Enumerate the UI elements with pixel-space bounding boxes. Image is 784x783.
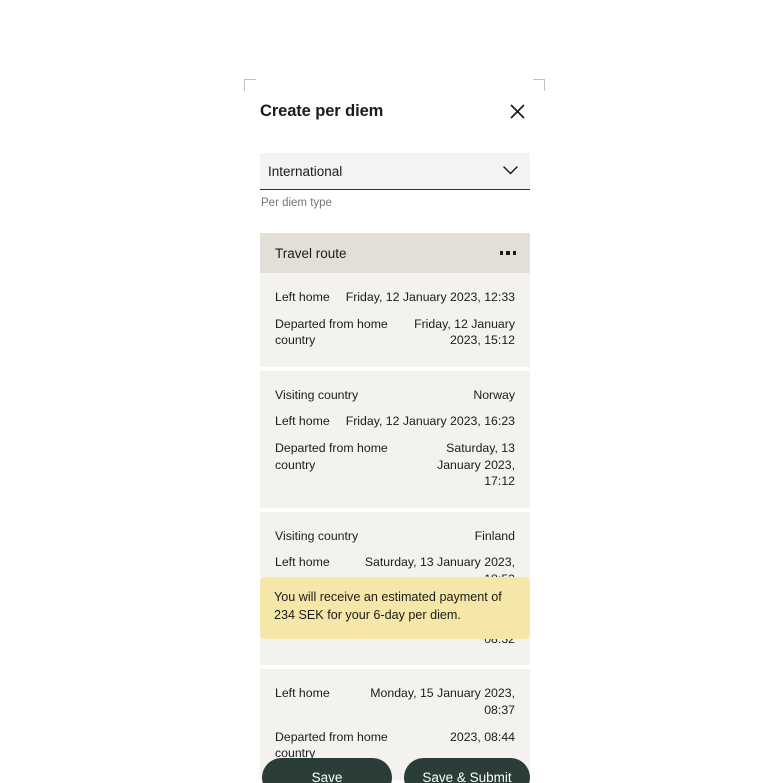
ellipsis-icon[interactable] bbox=[499, 247, 516, 259]
save-and-submit-button[interactable]: Save & Submit bbox=[404, 758, 530, 783]
row-label: Left home bbox=[275, 555, 330, 570]
travel-route-card: Travel route Left home Friday, 12 Januar… bbox=[260, 233, 530, 783]
travel-segment: Visiting country Norway Left home Friday… bbox=[260, 370, 530, 508]
per-diem-type-select[interactable]: International bbox=[260, 153, 530, 190]
travel-segment: Left home Friday, 12 January 2023, 12:33… bbox=[260, 273, 530, 367]
close-button[interactable] bbox=[504, 98, 530, 124]
chevron-down-icon bbox=[503, 162, 518, 180]
page-title: Create per diem bbox=[260, 101, 384, 120]
travel-route-header: Travel route bbox=[260, 233, 530, 273]
row-value: Friday, 12 January 2023, 16:23 bbox=[345, 414, 515, 429]
crop-mark-top-right bbox=[533, 79, 545, 91]
dialog-header: Create per diem bbox=[260, 92, 530, 130]
table-row: Departed from home country Saturday, 13 … bbox=[275, 435, 515, 495]
per-diem-type-field: International Per diem type bbox=[260, 153, 530, 209]
table-row: Left home Friday, 12 January 2023, 12:33 bbox=[275, 284, 515, 311]
row-label: Visiting country bbox=[275, 528, 359, 543]
table-row: Left home Friday, 12 January 2023, 16:23 bbox=[275, 408, 515, 435]
row-value: Saturday, 13 January 2023, 17:12 bbox=[437, 440, 515, 489]
table-row: Left home Monday, 15 January 2023, 08:37 bbox=[275, 680, 515, 723]
travel-route-title: Travel route bbox=[275, 245, 347, 261]
row-label: Left home bbox=[275, 290, 330, 304]
row-value: Friday, 12 January 2023, 12:33 bbox=[345, 290, 515, 304]
row-value: Monday, 15 January 2023, 08:37 bbox=[370, 686, 515, 717]
close-icon bbox=[509, 103, 526, 120]
row-value: 2023, 08:44 bbox=[450, 729, 515, 744]
table-row: Visiting country Finland bbox=[275, 523, 515, 550]
ellipsis-dot bbox=[499, 251, 503, 255]
table-row: Departed from home country Friday, 12 Ja… bbox=[275, 311, 515, 354]
row-value: Finland bbox=[474, 528, 515, 543]
row-label: Visiting country bbox=[275, 387, 359, 402]
row-label: Departed from home country bbox=[275, 729, 388, 761]
dialog-actions: Save Save & Submit bbox=[262, 758, 530, 783]
row-label: Left home bbox=[275, 414, 330, 429]
row-value: Friday, 12 January 2023, 15:12 bbox=[414, 316, 515, 348]
per-diem-type-value: International bbox=[268, 163, 343, 179]
screen: Create per diem International Per diem t… bbox=[0, 0, 784, 783]
save-button[interactable]: Save bbox=[262, 758, 392, 783]
per-diem-type-label: Per diem type bbox=[261, 197, 332, 209]
create-per-diem-dialog: Create per diem International Per diem t… bbox=[260, 92, 530, 783]
row-value: Norway bbox=[473, 387, 515, 402]
table-row: Visiting country Norway bbox=[275, 382, 515, 409]
estimated-payment-banner: You will receive an estimated payment of… bbox=[260, 577, 530, 639]
row-label: Departed from home country bbox=[275, 316, 388, 348]
row-label: Departed from home country bbox=[275, 440, 388, 472]
crop-mark-top-left bbox=[244, 79, 256, 91]
ellipsis-dot bbox=[512, 251, 516, 255]
ellipsis-dot bbox=[506, 251, 510, 255]
row-label: Left home bbox=[275, 686, 330, 701]
